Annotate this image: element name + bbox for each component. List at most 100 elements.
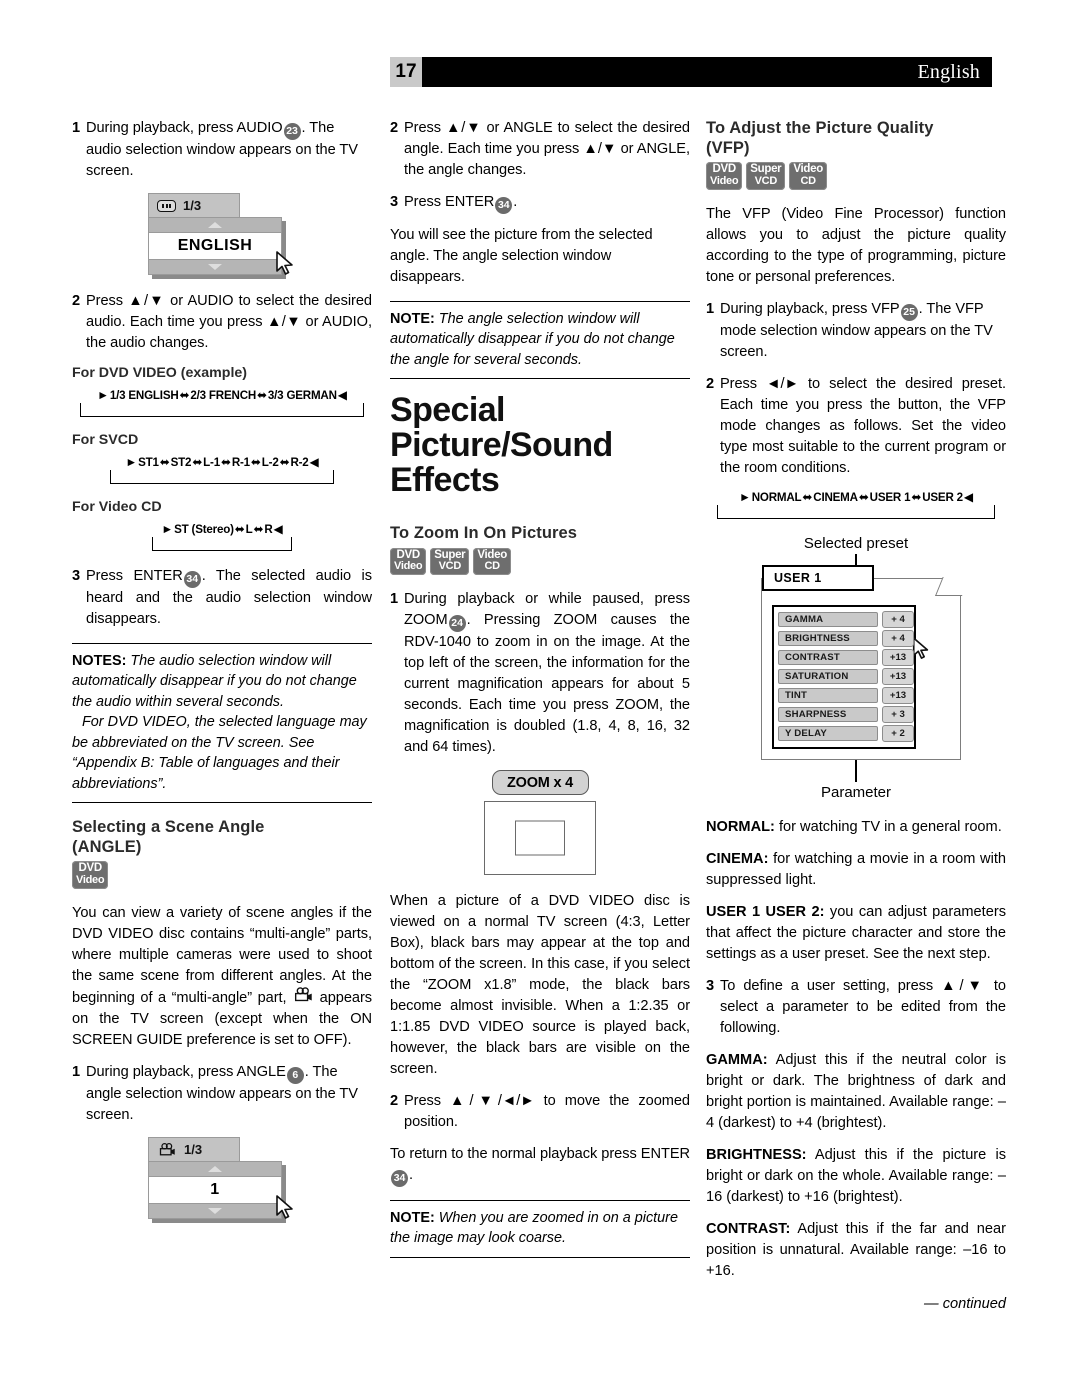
header-language-label: English xyxy=(917,60,980,83)
osd-counter: 1/3 xyxy=(184,1141,203,1157)
definition-term: NORMAL: xyxy=(706,818,775,835)
audio-notes-block: NOTES: The audio selection window will a… xyxy=(72,643,372,804)
angle-heading-line-2: (ANGLE) xyxy=(72,838,142,857)
vfp-parameter-name: BRIGHTNESS xyxy=(778,631,878,647)
keynum-badge: 23 xyxy=(283,123,301,140)
chevron-up-icon xyxy=(208,1165,222,1172)
zoom-return-paragraph: To return to the normal playback press E… xyxy=(390,1144,690,1187)
definition-normal: NORMAL: for watching TV in a general roo… xyxy=(706,817,1006,838)
camera-icon xyxy=(295,987,312,1002)
cycle-loop-line xyxy=(717,504,995,519)
leader-line xyxy=(855,759,857,782)
zoom-screen-frame xyxy=(484,801,596,875)
vfp-parameter-name: Y DELAY xyxy=(778,726,878,742)
angle-section-heading: Selecting a Scene Angle (ANGLE) xyxy=(72,817,372,857)
notes-label: NOTES: xyxy=(72,653,127,669)
vfp-parameter-row: TINT +13 xyxy=(778,687,914,705)
step-text: Press ENTER 34. The selected audio is hea… xyxy=(86,566,372,630)
badge-line-2: VCD xyxy=(438,560,462,572)
note-label: NOTE: xyxy=(390,311,435,327)
vfp-parameter-name: TINT xyxy=(778,688,878,704)
cycle-item: L-2 xyxy=(261,456,279,469)
cycle-item: R-1 xyxy=(231,456,250,469)
chevron-up-icon xyxy=(208,222,222,228)
audio-step-3: 3 Press ENTER 34. The selected audio is h… xyxy=(72,566,372,630)
step-text: During playback, press VFP 25. The VFP mo… xyxy=(720,299,1006,363)
badge-line-2: VCD xyxy=(754,174,778,187)
zoom-section-heading: To Zoom In On Pictures xyxy=(390,524,578,543)
chevron-down-icon xyxy=(208,264,222,270)
definition-user-presets: USER 1 USER 2: you can adjust parameters… xyxy=(706,902,1006,965)
page-header: 17 English xyxy=(390,57,992,87)
vfp-parameter-name: SHARPNESS xyxy=(778,707,878,723)
cycle-label: For DVD VIDEO (example) xyxy=(72,365,248,381)
cycle-label: For Video CD xyxy=(72,499,162,515)
angle-step-3: 3 Press ENTER 34. xyxy=(390,192,690,214)
audio-selection-window-graphic: 1/3 ENGLISH xyxy=(148,193,296,275)
special-effects-title: Special Picture/Sound Effects xyxy=(390,393,690,497)
step-text-part-a: During playback, press VFP xyxy=(720,300,900,317)
osd-value: ENGLISH xyxy=(148,233,282,259)
zoom-region-box xyxy=(515,820,565,856)
step-text: Press ▲/▼ or ANGLE to select the desired… xyxy=(404,120,690,178)
definition-term: USER 1 USER 2: xyxy=(706,903,825,920)
zoom-indicator-graphic: ZOOM x 4 xyxy=(482,770,598,875)
step-text-part-a: Press ENTER xyxy=(404,194,495,210)
vfp-parameter-row: BRIGHTNESS + 4 xyxy=(778,630,929,659)
step-text-part-a: During playback, press AUDIO xyxy=(86,120,283,136)
osd-body: 1 xyxy=(148,1160,293,1219)
step-number: 2 xyxy=(390,120,399,136)
zoom-return-part-b: . xyxy=(409,1167,414,1183)
zoom-note-block: NOTE: When you are zoomed in on a pictur… xyxy=(390,1200,690,1258)
zoom-magnification-pill: ZOOM x 4 xyxy=(491,770,589,795)
angle-step-2: 2 Press ▲/▼ or ANGLE to select the desir… xyxy=(390,118,690,181)
vfp-parameter-value: + 4 xyxy=(881,611,914,629)
keynum-badge: 34 xyxy=(391,1170,408,1187)
cycle-label: For SVCD xyxy=(72,432,139,448)
header-bar: English xyxy=(422,57,992,87)
cycle-group-svcd: For SVCD ►ST1⬌ST2⬌L-1⬌R-1⬌L-2⬌R-2◀ xyxy=(72,432,372,484)
vfp-step-1: 1 During playback, press VFP 25. The VFP … xyxy=(706,299,1006,363)
vfp-heading-line-1: To Adjust the Picture Quality xyxy=(706,119,934,137)
folded-corner xyxy=(934,577,970,597)
cycle-item: L xyxy=(245,523,253,536)
cycle-item: ST (Stereo) xyxy=(174,523,234,536)
step-number: 1 xyxy=(72,120,81,136)
angle-disc-badges: DVD Video xyxy=(72,861,372,889)
audio-step-1: 1 During playback, press AUDIO 23. The au… xyxy=(72,118,372,182)
step-number: 2 xyxy=(72,293,81,309)
angle-step-1: 1 During playback, press ANGLE 6. The ang… xyxy=(72,1062,372,1126)
zoom-return-part-a: To return to the normal playback press E… xyxy=(390,1146,690,1162)
vfp-parameter-value: +13 xyxy=(881,687,914,705)
vfp-parameter-row: SHARPNESS + 3 xyxy=(778,706,914,724)
cycle-item: NORMAL xyxy=(751,490,802,504)
step-number: 3 xyxy=(706,977,715,994)
note-label: NOTE: xyxy=(390,1210,435,1226)
page-number: 17 xyxy=(390,57,422,87)
cycle-items: ►1/3 ENGLISH⬌2/3 FRENCH⬌3/3 GERMAN◀ xyxy=(97,388,347,402)
cycle-group-dvd-video: For DVD VIDEO (example) ►1/3 ENGLISH⬌2/3… xyxy=(72,365,372,417)
cycle-item: R xyxy=(264,523,273,536)
angle-intro-paragraph: You can view a variety of scene angles i… xyxy=(72,903,372,1051)
step-number: 1 xyxy=(706,300,715,317)
step-text: Press ▲/▼ or AUDIO to select the desired… xyxy=(86,293,372,351)
osd-body: ENGLISH xyxy=(148,217,293,275)
disc-badge-super-vcd: Super VCD xyxy=(430,547,470,575)
vfp-preset-cycle-diagram: ►NORMAL⬌CINEMA⬌USER 1⬌USER 2◀ xyxy=(706,490,1006,519)
step-text-part-b: . xyxy=(513,194,518,210)
step-text-part-a: During playback, press ANGLE xyxy=(86,1063,286,1080)
vfp-osd-panel: USER 1 GAMMA + 4 BRIGHTNESS + 4 CONTRAST… xyxy=(751,564,970,760)
cycle-diagram: ►ST1⬌ST2⬌L-1⬌R-1⬌L-2⬌R-2◀ xyxy=(72,455,372,484)
osd-up-arrow-bar xyxy=(148,217,282,233)
vfp-parameter-row: CONTRAST +13 xyxy=(778,649,914,667)
audio-icon xyxy=(157,199,176,212)
osd-down-arrow-bar xyxy=(148,1202,282,1219)
cycle-item: USER 1 xyxy=(869,490,911,504)
step-text-part-a: Press ENTER xyxy=(86,568,183,584)
definition-text: for watching TV in a general room. xyxy=(774,818,1002,835)
definition-term: CINEMA: xyxy=(706,850,769,867)
mouse-cursor-icon xyxy=(276,251,293,275)
step-number: 2 xyxy=(390,1093,399,1109)
angle-note-block: NOTE: The angle selection window will au… xyxy=(390,301,690,380)
vfp-section-heading: To Adjust the Picture Quality (VFP) xyxy=(706,118,1006,158)
